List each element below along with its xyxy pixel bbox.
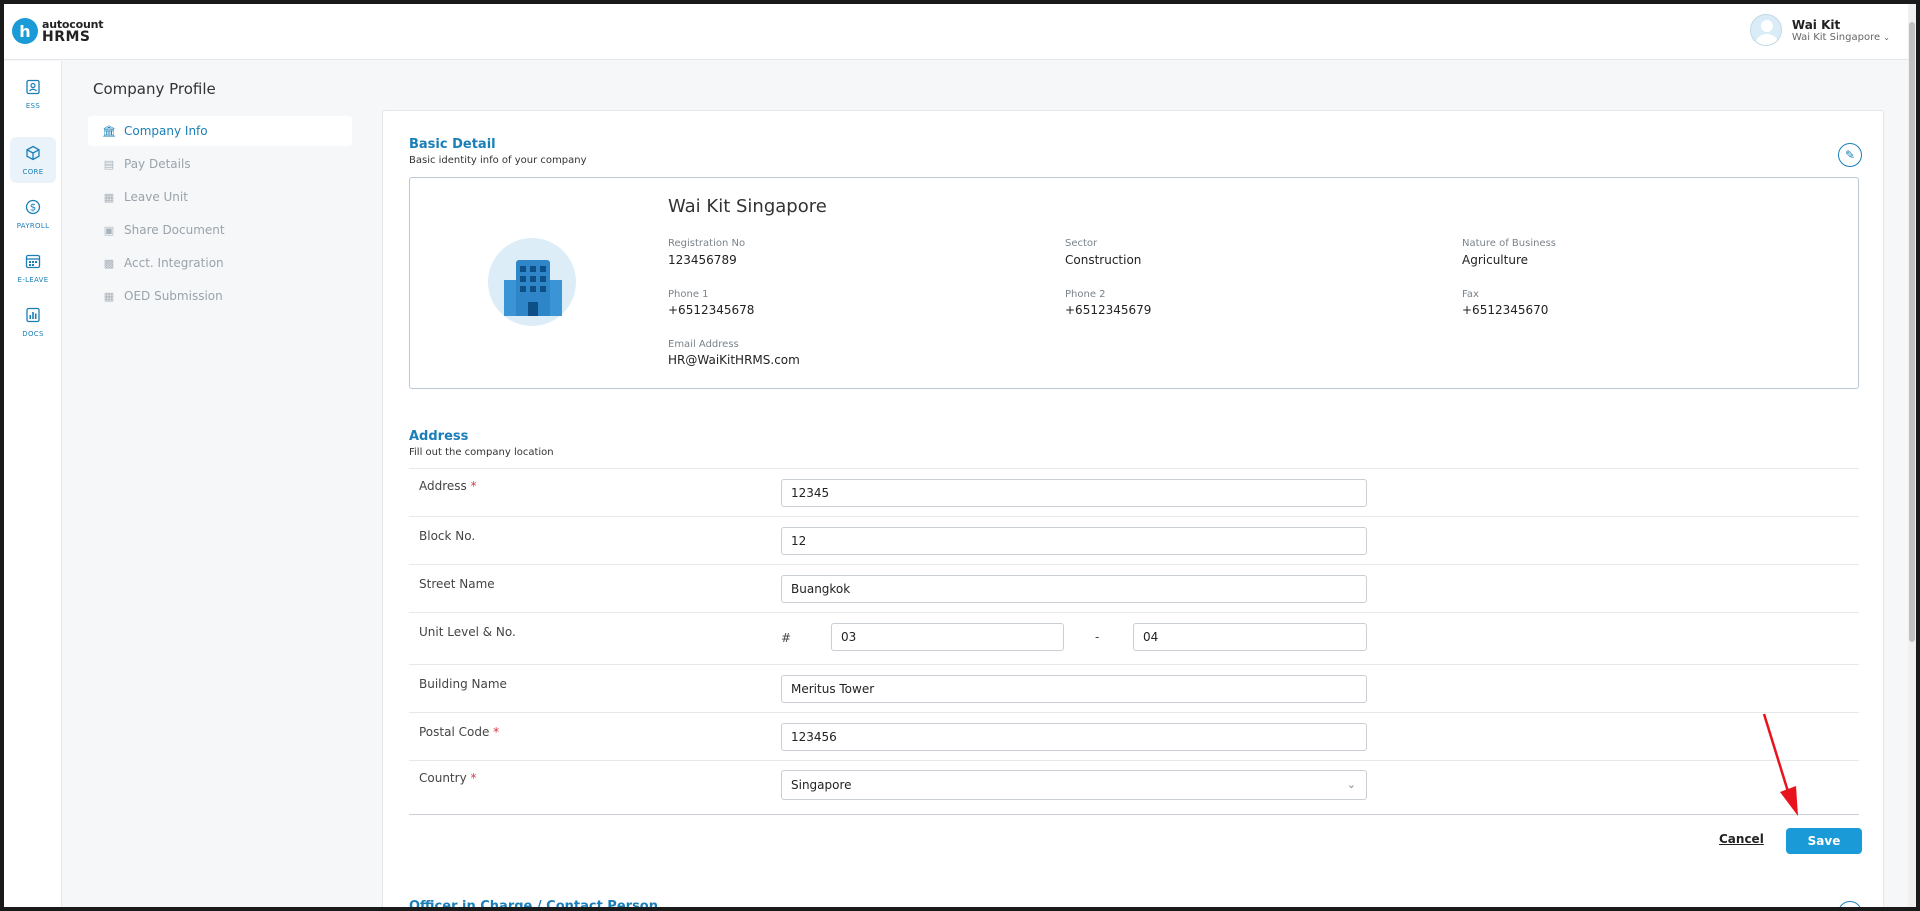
user-company: Wai Kit Singapore [1791, 31, 1881, 43]
postal-label: Postal Code [419, 725, 490, 739]
module-rail: ESS CORE $ PAYROLL E-LEAVE DOCS [4, 61, 62, 907]
subnav-item-share-document[interactable]: ▣ Share Document [88, 215, 352, 245]
bank-icon: 🏛 [102, 124, 116, 138]
country-value: Singapore [791, 778, 852, 792]
phone1-value: +6512345678 [668, 303, 755, 317]
avatar [1749, 14, 1782, 46]
submission-icon: ▦ [103, 289, 115, 303]
building-label: Building Name [419, 677, 507, 691]
page-scrollbar[interactable] [1908, 4, 1916, 907]
user-name: Wai Kit [1791, 17, 1841, 32]
chevron-down-icon: ⌄ [1883, 32, 1890, 42]
building-input[interactable] [781, 675, 1367, 703]
country-label: Country [419, 771, 467, 785]
street-row: Street Name [409, 564, 1859, 612]
save-button[interactable]: Save [1786, 828, 1862, 854]
rail-item-core[interactable]: CORE [10, 137, 56, 183]
nature-value: Agriculture [1462, 253, 1528, 267]
document-icon: ▤ [103, 157, 115, 171]
country-row: Country * Singapore ⌄ [409, 760, 1859, 814]
share-doc-icon: ▣ [103, 223, 115, 237]
required-mark: * [493, 725, 500, 739]
integration-icon: ▩ [103, 256, 115, 270]
logo-mark: h [12, 18, 38, 44]
form-divider [409, 814, 1859, 815]
calendar-icon [25, 253, 41, 273]
address-subtitle: Fill out the company location [409, 447, 554, 458]
profile-subnav: 🏛 Company Info ▤ Pay Details ▦ Leave Uni… [88, 116, 352, 314]
email-value: HR@WaiKitHRMS.com [668, 353, 800, 367]
street-label: Street Name [419, 577, 495, 591]
address-input[interactable] [781, 479, 1367, 507]
unit-row: Unit Level & No. # - [409, 612, 1859, 664]
required-mark: * [470, 771, 477, 785]
street-input[interactable] [781, 575, 1367, 603]
subnav-item-acct-integration[interactable]: ▩ Acct. Integration [88, 248, 352, 278]
company-name: Wai Kit Singapore [668, 196, 827, 217]
cancel-button[interactable]: Cancel [1719, 832, 1764, 846]
block-row: Block No. [409, 516, 1859, 564]
address-row: Address * [409, 468, 1859, 516]
phone1-label: Phone 1 [668, 289, 709, 300]
sector-label: Sector [1065, 238, 1098, 249]
company-info-card: Basic Detail Basic identity info of your… [382, 110, 1884, 907]
dollar-icon: $ [25, 199, 41, 219]
fax-value: +6512345670 [1462, 303, 1549, 317]
fax-label: Fax [1462, 289, 1479, 300]
annotation-arrow-icon [1762, 713, 1798, 816]
subnav-item-leave-unit[interactable]: ▦ Leave Unit [88, 182, 352, 212]
officer-section-title: Officer in Charge / Contact Person [409, 899, 658, 907]
company-logo [488, 238, 576, 326]
unit-no-input[interactable] [1133, 623, 1367, 651]
unit-hash: # [781, 631, 792, 645]
rail-item-eleave[interactable]: E-LEAVE [10, 245, 56, 291]
rail-item-ess[interactable]: ESS [10, 71, 56, 117]
country-select[interactable]: Singapore ⌄ [781, 770, 1367, 800]
id-card-icon [25, 79, 41, 99]
basic-detail-box: Wai Kit Singapore Registration No 123456… [409, 177, 1859, 389]
unit-label: Unit Level & No. [419, 625, 516, 639]
edit-button[interactable]: ✎ [1838, 143, 1862, 167]
svg-text:$: $ [30, 202, 36, 213]
user-menu[interactable]: Wai Kit Wai Kit Singapore ⌄ [1749, 14, 1890, 46]
docs-chart-icon [25, 307, 41, 327]
subnav-item-pay-details[interactable]: ▤ Pay Details [88, 149, 352, 179]
officer-edit-button[interactable] [1838, 901, 1862, 907]
block-input[interactable] [781, 527, 1367, 555]
address-label: Address [419, 479, 467, 493]
registration-label: Registration No [668, 238, 746, 249]
phone2-label: Phone 2 [1065, 289, 1106, 300]
required-mark: * [470, 479, 477, 493]
rail-item-docs[interactable]: DOCS [10, 299, 56, 345]
scroll-thumb[interactable] [1909, 22, 1915, 642]
unit-dash: - [1095, 630, 1100, 644]
phone2-value: +6512345679 [1065, 303, 1152, 317]
basic-detail-subtitle: Basic identity info of your company [409, 155, 587, 166]
rail-item-payroll[interactable]: $ PAYROLL [10, 191, 56, 237]
top-bar: h autocount HRMS Wai Kit Wai Kit Singapo… [4, 4, 1916, 60]
app-window: h autocount HRMS Wai Kit Wai Kit Singapo… [4, 4, 1916, 907]
building-row: Building Name [409, 664, 1859, 712]
nature-label: Nature of Business [1462, 238, 1557, 249]
postal-input[interactable] [781, 723, 1367, 751]
page-title: Company Profile [93, 80, 216, 98]
address-title: Address [409, 429, 469, 444]
logo-big-text: HRMS [42, 29, 91, 45]
block-label: Block No. [419, 529, 476, 543]
unit-level-input[interactable] [831, 623, 1064, 651]
registration-value: 123456789 [668, 253, 737, 267]
postal-row: Postal Code * [409, 712, 1859, 760]
chevron-down-icon: ⌄ [1346, 778, 1356, 791]
basic-detail-title: Basic Detail [409, 137, 496, 152]
subnav-item-company-info[interactable]: 🏛 Company Info [88, 116, 352, 146]
email-label: Email Address [668, 339, 739, 350]
pencil-icon: ✎ [1844, 148, 1856, 162]
sector-value: Construction [1065, 253, 1142, 267]
app-logo[interactable]: h autocount HRMS [12, 18, 103, 44]
subnav-item-oed-submission[interactable]: ▦ OED Submission [88, 281, 352, 311]
calendar-icon: ▦ [103, 190, 115, 204]
cube-icon [25, 145, 41, 165]
